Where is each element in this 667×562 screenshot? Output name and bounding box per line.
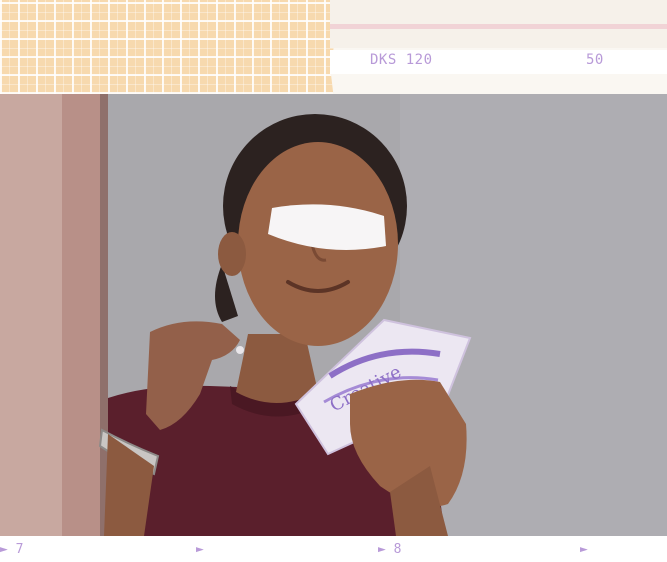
- frame-mark: ► 7: [0, 543, 23, 557]
- portrait-photo: Creative: [0, 94, 667, 536]
- paper-strip: [330, 0, 667, 48]
- frame-number: 8: [393, 542, 402, 557]
- film-code-label: DKS 120: [370, 52, 433, 68]
- small-wrapper: [236, 346, 244, 354]
- arrow-right-icon: ►: [0, 542, 8, 557]
- arrow-right-icon: ►: [580, 542, 588, 557]
- arrow-right-icon: ►: [196, 542, 204, 557]
- plaid-washi-tape: [0, 0, 335, 94]
- film-frame-number: 50: [586, 52, 604, 68]
- frame-number: 7: [15, 542, 24, 557]
- arrow-right-icon: ►: [378, 542, 386, 557]
- frame-mark: ►: [580, 543, 588, 557]
- ear: [218, 232, 246, 276]
- frame-mark: ► 8: [378, 543, 401, 557]
- bottom-film-strip: [0, 536, 667, 562]
- frame-mark: ►: [196, 543, 204, 557]
- photo-illustration: Creative: [0, 94, 667, 536]
- door-frame-left: [0, 94, 62, 536]
